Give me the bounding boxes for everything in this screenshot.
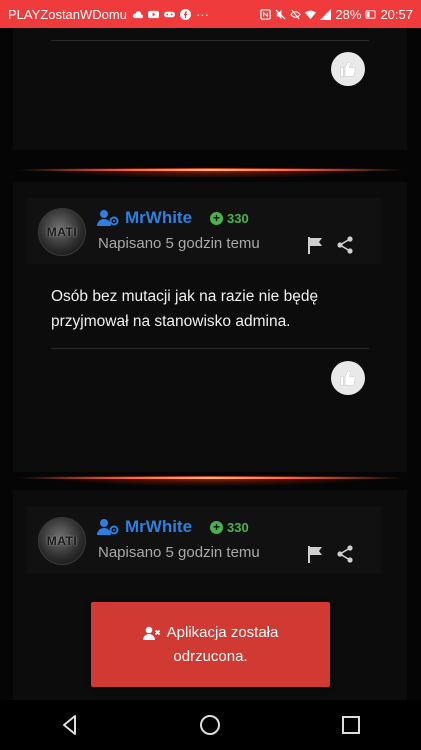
post-author-bar: MATI MrWhite + 330 Napisano 5 godzin tem…: [27, 198, 381, 264]
facebook-icon: [179, 8, 191, 20]
status-bar: PLAYZostanWDomu ··· 28% 20:57: [0, 0, 421, 28]
toast-text-line2: odrzucona.: [173, 647, 248, 665]
recents-icon[interactable]: [339, 713, 363, 737]
reputation-value: 330: [227, 210, 249, 226]
rejection-toast[interactable]: Aplikacja została odrzucona.: [91, 602, 330, 687]
battery-icon: [365, 9, 376, 19]
system-nav-bar: [0, 700, 421, 750]
forum-thread: MATI MrWhite + 330 Napisano 5 godzin tem…: [0, 28, 421, 700]
clock: 20:57: [380, 6, 413, 22]
reputation-badge: + 330: [210, 520, 249, 535]
author-line: MrWhite + 330: [97, 208, 249, 228]
youtube-icon: [147, 10, 159, 18]
home-icon[interactable]: [198, 713, 222, 737]
post-timestamp: Napisano 5 godzin temu: [98, 544, 260, 561]
avatar[interactable]: MATI: [38, 208, 86, 256]
reputation-badge: + 330: [210, 211, 249, 226]
post-author-bar: MATI MrWhite + 330 Napisano 5 godzin tem…: [27, 507, 381, 573]
more-dots-icon: ···: [195, 6, 209, 22]
post-text-line: Osób bez mutacji jak na razie nie będę: [51, 288, 319, 305]
flag-icon[interactable]: [307, 236, 325, 254]
user-gear-icon: [97, 519, 119, 535]
author-name[interactable]: MrWhite: [125, 208, 192, 228]
post-divider: [51, 40, 369, 41]
wifi-icon: [305, 10, 317, 19]
nfc-icon: [260, 8, 272, 20]
author-name[interactable]: MrWhite: [125, 517, 192, 537]
plus-circle-icon: +: [210, 520, 224, 534]
post-card-previous: [13, 28, 407, 150]
carrier-label: PLAYZostanWDomu: [8, 6, 127, 22]
toast-text-line1: Aplikacja została: [166, 623, 279, 641]
thumbs-up-icon: [340, 61, 356, 77]
post-text-line: przyjmował na stanowisko admina.: [51, 313, 291, 330]
post-timestamp: Napisano 5 godzin temu: [98, 235, 260, 252]
post-divider: [51, 348, 369, 349]
reputation-value: 330: [227, 519, 249, 535]
toast-line: Aplikacja została: [142, 621, 279, 645]
back-icon[interactable]: [58, 713, 82, 737]
plus-circle-icon: +: [210, 211, 224, 225]
user-remove-icon: [142, 626, 160, 640]
post-separator-line: [18, 477, 403, 479]
post-body: Osób bez mutacji jak na razie nie będę p…: [51, 284, 381, 334]
cloud-icon: [132, 10, 143, 18]
thumbs-up-icon: [340, 370, 356, 386]
user-gear-icon: [97, 210, 119, 226]
gamepad-icon: [163, 11, 175, 17]
eye-off-icon: [290, 9, 302, 19]
mute-icon: [275, 8, 286, 20]
post-separator-line: [18, 169, 403, 171]
battery-percent: 28%: [335, 6, 362, 22]
flag-icon[interactable]: [307, 545, 325, 563]
author-line: MrWhite + 330: [97, 517, 249, 537]
avatar[interactable]: MATI: [38, 517, 86, 565]
signal-icon: [320, 8, 332, 20]
like-button[interactable]: [331, 361, 365, 395]
share-icon[interactable]: [336, 545, 354, 563]
like-button[interactable]: [331, 52, 365, 86]
share-icon[interactable]: [336, 236, 354, 254]
